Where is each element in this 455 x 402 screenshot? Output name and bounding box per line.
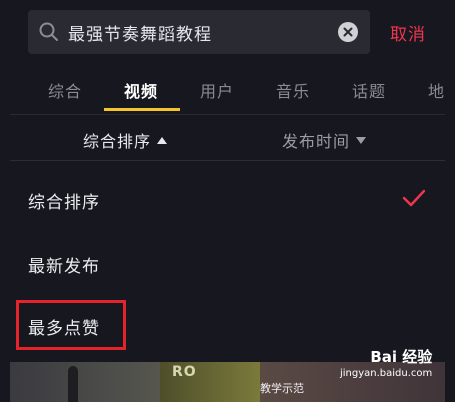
publish-time-dropdown[interactable]: 发布时间 — [282, 128, 367, 152]
checkmark-icon — [402, 189, 426, 207]
active-tab-indicator — [104, 108, 180, 111]
search-query-text: 最强节奏舞蹈教程 — [68, 24, 212, 45]
publish-time-label: 发布时间 — [282, 132, 351, 151]
divider — [10, 160, 445, 161]
search-results-screen: 最强节奏舞蹈教程 取消 综合 视频 用户 音乐 话题 地 综合排序 发布时间 综… — [0, 0, 455, 402]
caret-down-icon — [356, 136, 367, 144]
tab-music[interactable]: 音乐 — [276, 78, 310, 102]
sort-bar: 综合排序 发布时间 — [0, 118, 455, 160]
watermark-url: jingyan.baidu.com — [340, 368, 433, 379]
annotation-highlight-box — [16, 300, 126, 350]
search-input[interactable]: 最强节奏舞蹈教程 — [28, 10, 370, 54]
tab-topics[interactable]: 话题 — [352, 78, 386, 102]
watermark-logo: Bai 经验 — [370, 348, 433, 366]
sort-option-newest[interactable]: 最新发布 — [28, 252, 100, 277]
tab-users[interactable]: 用户 — [200, 78, 234, 102]
close-icon — [343, 27, 353, 37]
clear-search-button[interactable] — [338, 22, 358, 42]
divider — [10, 114, 445, 115]
video-thumbnail[interactable]: RO — [160, 362, 260, 402]
category-tabs: 综合 视频 用户 音乐 话题 地 — [0, 70, 455, 114]
video-thumbnail[interactable] — [10, 362, 160, 402]
thumbnail-caption: 教学示范 — [260, 382, 304, 395]
cancel-button[interactable]: 取消 — [390, 20, 426, 45]
caret-up-icon — [157, 136, 168, 144]
thumbnail-text: RO — [172, 364, 197, 380]
tab-location[interactable]: 地 — [428, 78, 445, 102]
tab-video[interactable]: 视频 — [124, 78, 158, 102]
sort-dropdown[interactable]: 综合排序 — [83, 128, 168, 152]
sort-dropdown-label: 综合排序 — [83, 132, 152, 151]
sort-option-comprehensive[interactable]: 综合排序 — [28, 188, 100, 213]
watermark: Bai 经验 jingyan.baidu.com — [340, 346, 432, 379]
search-icon — [39, 22, 58, 41]
tab-comprehensive[interactable]: 综合 — [48, 78, 82, 102]
dancer-figure — [68, 366, 78, 402]
